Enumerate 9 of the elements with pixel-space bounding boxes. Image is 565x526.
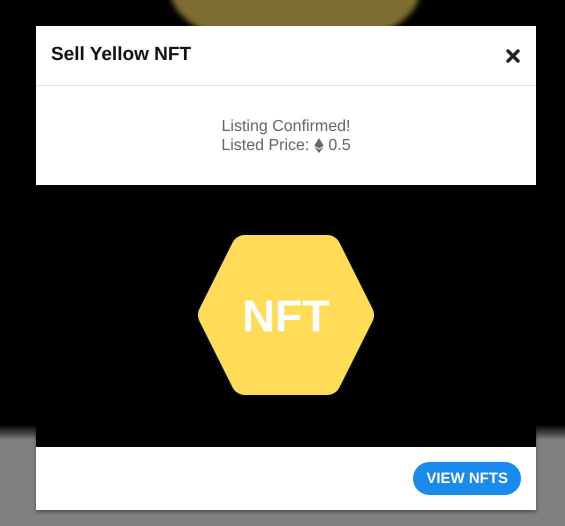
- confirmation-message: Listing Confirmed!: [222, 116, 350, 136]
- ethereum-icon: [314, 138, 324, 152]
- view-nfts-button[interactable]: VIEW NFTS: [413, 462, 521, 495]
- hexagon-icon: [198, 235, 374, 395]
- price-value: 0.5: [328, 136, 351, 154]
- close-icon[interactable]: [506, 48, 520, 62]
- nft-label: NFT: [242, 294, 330, 338]
- dialog-title: Sell Yellow NFT: [51, 43, 192, 68]
- price-label: Listed Price:: [221, 136, 310, 154]
